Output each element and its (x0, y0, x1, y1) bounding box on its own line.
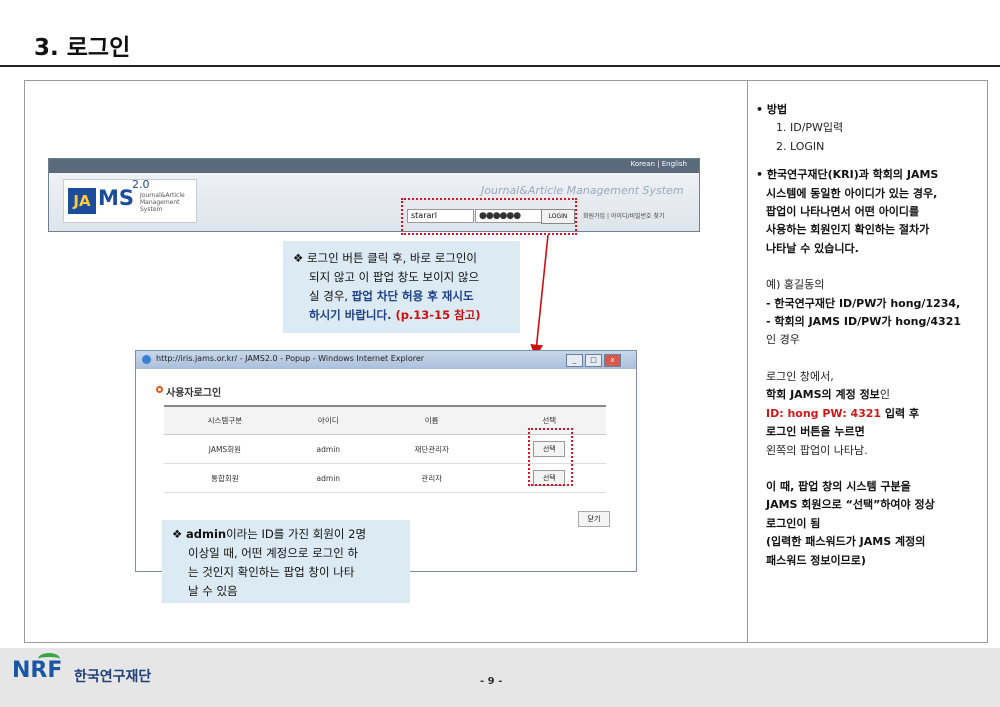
id-cell: admin (285, 463, 371, 493)
jams-logo-subtitle: Journal&Article Management System (140, 192, 185, 213)
maximize-icon[interactable]: □ (585, 354, 602, 367)
popup-window-title: http://iris.jams.or.kr/ - JAMS2.0 - Popu… (156, 354, 425, 363)
jams-tagline: Journal&Article Management System (481, 184, 684, 197)
browser-icon (142, 355, 151, 364)
login-line: 로그인 창에서, (766, 369, 834, 383)
jams-logo-ja: JA (68, 188, 96, 214)
conclusion-line: JAMS 회원으로 “선택”하여야 정상 (766, 498, 935, 512)
system-cell: JAMS회원 (164, 434, 286, 464)
method-title: • 방법 (756, 103, 788, 116)
note-text: 이라는 ID를 가진 회원이 2명 (226, 527, 367, 541)
popup-titlebar: http://iris.jams.or.kr/ - JAMS2.0 - Popu… (136, 351, 636, 369)
conclusion-line: 패스워드 정보이므로) (766, 553, 866, 567)
example-line: - 한국연구재단 ID/PW가 hong/1234, (766, 296, 961, 310)
note-emphasis: admin (185, 527, 227, 541)
close-icon[interactable]: x (604, 354, 621, 367)
note-text: 실 경우, (309, 289, 352, 303)
login-emphasis: 학회 JAMS의 계정 정보 (766, 388, 880, 402)
explanation-line: 나타날 수 있습니다. (766, 241, 859, 255)
red-arrow-icon (530, 234, 549, 358)
login-line: 왼쪽의 팝업이 나타남. (766, 443, 868, 457)
minimize-icon[interactable]: _ (566, 354, 583, 367)
select-highlight-box (528, 428, 573, 486)
page-reference: (p.13-15 참고) (395, 308, 481, 322)
system-cell: 통합회원 (164, 463, 286, 493)
account-links[interactable]: 회원가입 | 아이디/비밀번호 찾기 (583, 211, 665, 220)
page-title: 3. 로그인 (34, 35, 131, 61)
note-emphasis: 하시기 바랍니다. (309, 308, 396, 322)
login-line: ID: hong PW: 4321 입력 후 (756, 405, 982, 423)
method-step: 2. LOGIN (776, 139, 825, 153)
jams-logo-ms: MS (98, 186, 135, 210)
column-header: 시스템구분 (164, 405, 286, 435)
login-credentials: ID: hong PW: 4321 (766, 406, 882, 420)
page-number: - 9 - (480, 676, 503, 687)
login-text: 인 (879, 388, 890, 402)
explanation-line: 사용하는 회원인지 확인하는 절차가 (766, 223, 930, 237)
note-emphasis: 팝업 차단 허용 후 재시도 (351, 289, 474, 303)
column-divider (747, 80, 748, 643)
example-line: - 학회의 JAMS ID/PW가 hong/4321 (766, 315, 962, 329)
jams-logo: JA MS 2.0 Journal&Article Management Sys… (63, 178, 197, 223)
jams-logo-version: 2.0 (132, 178, 150, 191)
explanation-panel: • 방법 1. ID/PW입력 2. LOGIN • 한국연구재단(KRI)과 … (756, 101, 982, 570)
language-links[interactable]: Korean | English (631, 160, 687, 168)
example-line: 예) 홍길동의 (766, 278, 825, 292)
name-cell: 관리자 (370, 463, 493, 493)
note-line: 날 수 있음 (188, 584, 238, 598)
note-line: 실 경우, 팝업 차단 허용 후 재시도 (293, 287, 512, 306)
popup-heading: 사용자로그인 (166, 388, 222, 399)
note-line: 하시기 바랍니다. (p.13-15 참고) (293, 306, 512, 325)
name-cell: 재단관리자 (370, 434, 493, 464)
popup-blocker-note: ❖ 로그인 버튼 클릭 후, 바로 로그인이 되지 않고 이 팝업 창도 보이지… (283, 241, 520, 333)
id-cell: admin (285, 434, 371, 464)
login-line: 학회 JAMS의 계정 정보인 (756, 386, 982, 404)
note-line: 이상일 때, 어떤 계정으로 로그인 하 (188, 546, 359, 560)
login-line: 로그인 버튼을 누르면 (766, 425, 865, 439)
close-button[interactable]: 닫기 (578, 511, 610, 527)
title-divider (0, 65, 1000, 67)
login-emphasis: 입력 후 (881, 406, 920, 420)
note-line: ❖ 로그인 버튼 클릭 후, 바로 로그인이 (293, 251, 478, 265)
column-header: 아이디 (285, 405, 371, 435)
note-line: 는 것인지 확인하는 팝업 창이 나타 (188, 565, 355, 579)
conclusion-line: (입력한 패스워드가 JAMS 계정의 (766, 535, 926, 549)
conclusion-line: 이 때, 팝업 창의 시스템 구분을 (766, 479, 911, 493)
nrf-logo: NRF (12, 658, 63, 683)
conclusion-line: 로그인이 됨 (766, 516, 821, 530)
organization-name: 한국연구재단 (74, 669, 152, 685)
explanation-line: 시스템에 동일한 아이디가 있는 경우, (766, 186, 938, 200)
jams-header-screenshot: Korean | English JA MS 2.0 Journal&Artic… (48, 158, 700, 232)
column-header: 이름 (370, 405, 493, 435)
login-highlight-box (401, 198, 577, 235)
bullet-icon (156, 386, 163, 393)
duplicate-id-note: ❖ admin이라는 ID를 가진 회원이 2명 이상일 때, 어떤 계정으로 … (162, 520, 410, 603)
note-line: ❖ admin이라는 ID를 가진 회원이 2명 (172, 527, 367, 541)
explanation-line: 팝업이 나타나면서 어떤 아이디를 (766, 205, 920, 219)
note-line: 되지 않고 이 팝업 창도 보이지 않으 (309, 270, 480, 284)
example-line: 인 경우 (766, 333, 800, 347)
explanation-line: • 한국연구재단(KRI)과 학회의 JAMS (756, 168, 939, 182)
method-step: 1. ID/PW입력 (776, 121, 844, 135)
